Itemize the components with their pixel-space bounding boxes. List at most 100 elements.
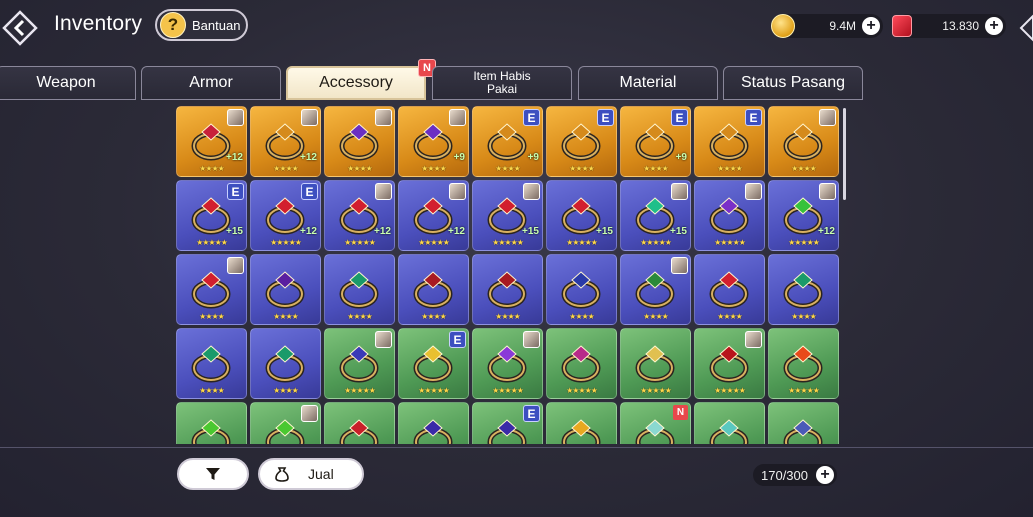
item-slot[interactable]: ★★★★ xyxy=(472,254,543,325)
item-slot[interactable]: ★★★★ xyxy=(768,254,839,325)
item-slot[interactable]: ★★★★ xyxy=(176,254,247,325)
money-bag-icon xyxy=(275,467,289,482)
help-button[interactable]: ? Bantuan xyxy=(155,9,248,41)
item-slot[interactable]: +15 ★★★★★ xyxy=(546,180,617,251)
grid-scrollbar[interactable] xyxy=(843,108,846,200)
item-slot[interactable]: N xyxy=(620,402,691,444)
star-rating: ★★★★★ xyxy=(640,386,672,395)
add-gold-button[interactable]: + xyxy=(862,17,880,35)
sell-button[interactable]: Jual xyxy=(258,458,364,490)
tab-equip-status[interactable]: Status Pasang xyxy=(723,66,863,100)
star-rating: ★★★★★ xyxy=(714,386,746,395)
tab-label: Weapon xyxy=(36,74,96,91)
item-slot[interactable] xyxy=(768,402,839,444)
item-slot[interactable]: E ★★★★ xyxy=(694,106,765,177)
item-slot[interactable]: +12 ★★★★★ xyxy=(768,180,839,251)
item-slot[interactable]: +12 ★★★★ xyxy=(176,106,247,177)
character-portrait-icon xyxy=(671,257,688,274)
ring-icon xyxy=(783,271,823,309)
tab-weapon[interactable]: Weapon xyxy=(0,66,136,100)
item-slot[interactable] xyxy=(398,402,469,444)
item-slot[interactable]: E xyxy=(472,402,543,444)
item-level: +15 xyxy=(670,226,687,237)
character-portrait-icon xyxy=(375,109,392,126)
character-portrait-icon xyxy=(375,183,392,200)
character-portrait-icon xyxy=(523,183,540,200)
character-portrait-icon xyxy=(523,331,540,348)
tab-accessory[interactable]: Accessory xyxy=(286,66,426,100)
item-slot[interactable]: E +9 ★★★★ xyxy=(472,106,543,177)
ring-icon xyxy=(561,419,601,444)
item-slot[interactable]: ★★★★ xyxy=(176,328,247,399)
item-slot[interactable]: ★★★★ xyxy=(324,106,395,177)
item-slot[interactable]: +12 ★★★★ xyxy=(250,106,321,177)
item-slot[interactable]: ★★★★ xyxy=(398,254,469,325)
item-grid-viewport[interactable]: +12 ★★★★ +12 ★★★★ ★★★★ +9 ★★★★ E +9 ★★★★ E ★★★★ E +9 ★… xyxy=(176,106,841,444)
star-rating: ★★★★★ xyxy=(418,386,450,395)
star-rating: ★★★★ xyxy=(791,312,817,321)
item-slot[interactable]: E ★★★★ xyxy=(546,106,617,177)
item-slot[interactable]: ★★★★★ xyxy=(620,328,691,399)
gold-currency: 9.4M + xyxy=(771,14,883,38)
item-slot[interactable] xyxy=(176,402,247,444)
item-slot[interactable]: ★★★★ xyxy=(620,254,691,325)
item-slot[interactable]: ★★★★★ xyxy=(694,180,765,251)
item-slot[interactable]: E ★★★★★ xyxy=(398,328,469,399)
filter-button[interactable] xyxy=(177,458,249,490)
expand-capacity-button[interactable]: + xyxy=(816,466,834,484)
gold-value: 9.4M xyxy=(829,19,856,33)
star-rating: ★★★★ xyxy=(199,164,225,173)
item-slot[interactable]: ★★★★ xyxy=(250,328,321,399)
item-slot[interactable]: E +9 ★★★★ xyxy=(620,106,691,177)
equipped-badge: E xyxy=(523,405,540,422)
item-slot[interactable] xyxy=(250,402,321,444)
item-slot[interactable] xyxy=(546,402,617,444)
item-slot[interactable]: ★★★★ xyxy=(324,254,395,325)
side-diamond-icon xyxy=(1019,14,1033,42)
tab-material[interactable]: Material xyxy=(578,66,718,100)
ring-icon xyxy=(413,271,453,309)
character-portrait-icon xyxy=(301,405,318,422)
item-slot[interactable]: +12 ★★★★★ xyxy=(324,180,395,251)
ring-icon xyxy=(265,345,305,383)
star-rating: ★★★★★ xyxy=(418,238,450,247)
item-slot[interactable] xyxy=(324,402,395,444)
character-portrait-icon xyxy=(745,183,762,200)
item-slot[interactable]: E +15 ★★★★★ xyxy=(176,180,247,251)
tab-armor[interactable]: Armor xyxy=(141,66,281,100)
gem-currency: 13.830 + xyxy=(892,14,1006,38)
back-button[interactable] xyxy=(0,8,40,48)
item-slot[interactable]: ★★★★ xyxy=(694,254,765,325)
star-rating: ★★★★★ xyxy=(344,386,376,395)
side-menu-button[interactable] xyxy=(1019,14,1033,42)
item-level: +12 xyxy=(300,152,317,163)
ring-icon xyxy=(561,271,601,309)
item-slot[interactable]: ★★★★★ xyxy=(324,328,395,399)
item-slot[interactable]: +9 ★★★★ xyxy=(398,106,469,177)
add-gem-button[interactable]: + xyxy=(985,17,1003,35)
item-slot[interactable]: ★★★★★ xyxy=(472,328,543,399)
character-portrait-icon xyxy=(375,331,392,348)
item-slot[interactable]: E +12 ★★★★★ xyxy=(250,180,321,251)
item-level: +15 xyxy=(226,226,243,237)
star-rating: ★★★★ xyxy=(569,312,595,321)
item-slot[interactable]: ★★★★★ xyxy=(546,328,617,399)
tab-consumable[interactable]: Item Habis Pakai xyxy=(432,66,572,100)
item-slot[interactable]: ★★★★ xyxy=(768,106,839,177)
item-slot[interactable]: ★★★★★ xyxy=(768,328,839,399)
star-rating: ★★★★ xyxy=(347,164,373,173)
item-slot[interactable]: +12 ★★★★★ xyxy=(398,180,469,251)
item-slot[interactable]: ★★★★★ xyxy=(694,328,765,399)
star-rating: ★★★★★ xyxy=(344,238,376,247)
item-slot[interactable]: ★★★★ xyxy=(250,254,321,325)
ring-icon xyxy=(339,123,379,161)
item-level: +12 xyxy=(374,226,391,237)
ring-icon xyxy=(561,345,601,383)
item-slot[interactable]: +15 ★★★★★ xyxy=(472,180,543,251)
ring-icon xyxy=(709,345,749,383)
item-slot[interactable]: ★★★★ xyxy=(546,254,617,325)
item-slot[interactable] xyxy=(694,402,765,444)
item-slot[interactable]: +15 ★★★★★ xyxy=(620,180,691,251)
ring-icon xyxy=(635,419,675,444)
item-level: +9 xyxy=(675,152,687,163)
